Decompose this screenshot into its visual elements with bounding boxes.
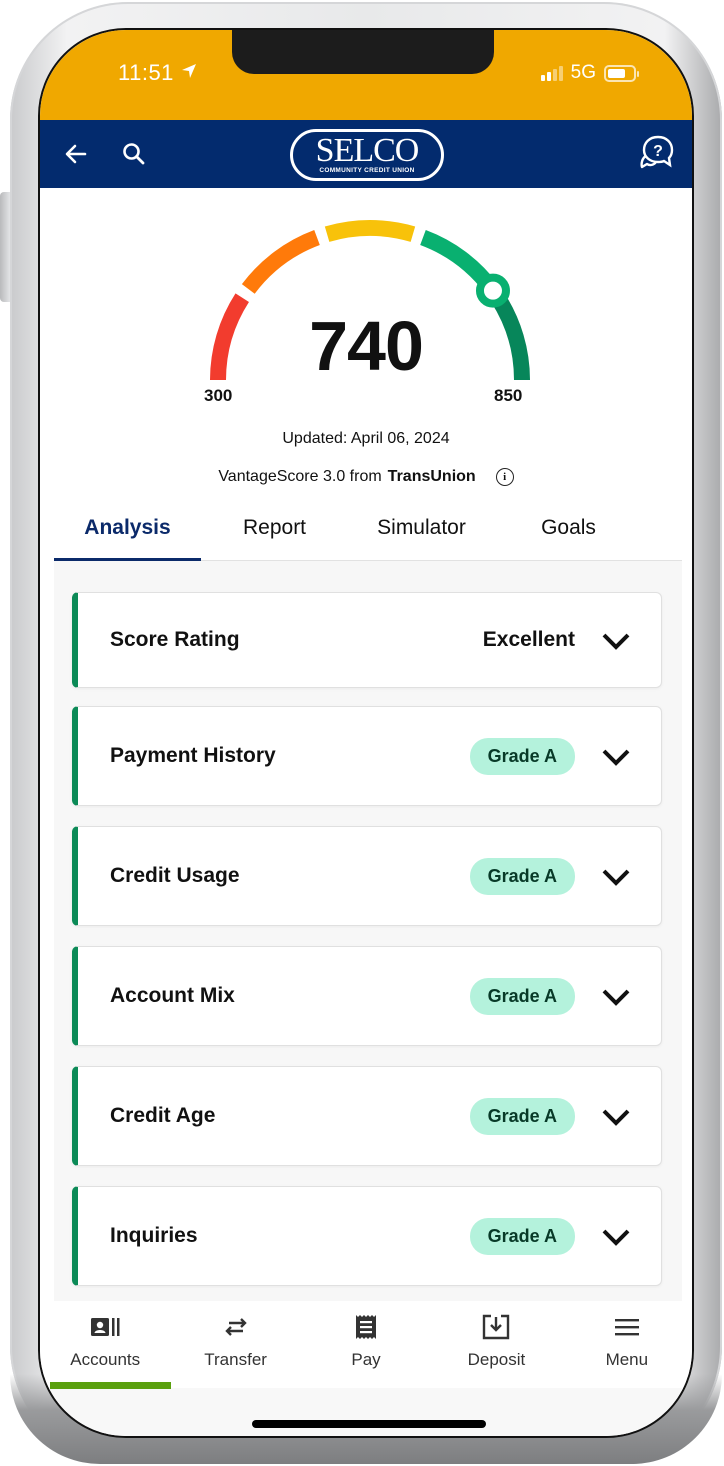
score-rating-value: Excellent <box>482 628 575 651</box>
nav-menu[interactable]: Menu <box>562 1302 692 1390</box>
hamburger-menu-icon <box>612 1312 642 1342</box>
notch <box>232 30 494 74</box>
score-source: VantageScore 3.0 from TransUnion i <box>40 468 692 486</box>
chevron-down-icon[interactable] <box>601 1227 631 1247</box>
svg-text:?: ? <box>653 143 663 160</box>
arrow-left-icon <box>65 144 87 164</box>
phone-side-button <box>0 192 10 302</box>
gauge-score-marker <box>475 273 510 308</box>
gauge-segment-good <box>324 220 416 242</box>
card-account-mix[interactable]: Account Mix Grade A <box>72 946 662 1046</box>
updated-date: Updated: April 06, 2024 <box>282 430 450 447</box>
logo-sub-text: COMMUNITY CREDIT UNION <box>319 167 415 174</box>
tab-analysis[interactable]: Analysis <box>54 506 201 561</box>
tab-bar: Analysis Report Simulator Goals <box>54 506 682 561</box>
transfer-arrows-icon <box>221 1312 251 1342</box>
bottom-nav: Accounts Transfer Pay Deposit Menu <box>40 1302 692 1390</box>
phone-screen: 11:51 5G SELCO COMMUNITY CREDIT UNION ? … <box>38 28 694 1438</box>
nav-label: Accounts <box>70 1350 141 1369</box>
card-score-rating[interactable]: Score Rating Excellent <box>72 592 662 688</box>
card-payment-history[interactable]: Payment History Grade A <box>72 706 662 806</box>
signal-icon <box>540 65 563 81</box>
nav-label: Deposit <box>467 1350 526 1369</box>
card-credit-usage[interactable]: Credit Usage Grade A <box>72 826 662 926</box>
tab-report[interactable]: Report <box>201 506 348 560</box>
home-indicator[interactable] <box>252 1420 486 1428</box>
search-button[interactable] <box>118 138 150 170</box>
chevron-down-icon[interactable] <box>601 987 631 1007</box>
deposit-download-icon <box>481 1312 511 1342</box>
status-bar: 11:51 5G <box>40 30 692 120</box>
card-title: Credit Age <box>110 1104 216 1127</box>
battery-icon <box>604 64 639 82</box>
card-title: Score Rating <box>110 628 240 651</box>
nav-active-indicator <box>50 1382 171 1389</box>
nav-pay[interactable]: Pay <box>301 1302 431 1390</box>
status-indicators: 5G <box>540 62 639 84</box>
help-chat-button[interactable]: ? <box>638 134 676 172</box>
card-inquiries[interactable]: Inquiries Grade A <box>72 1186 662 1286</box>
status-time-group: 11:51 <box>118 60 198 86</box>
status-time: 11:51 <box>118 60 174 85</box>
location-arrow-icon <box>180 60 198 86</box>
source-prefix: VantageScore 3.0 from <box>218 468 382 485</box>
selco-logo[interactable]: SELCO COMMUNITY CREDIT UNION <box>290 129 444 181</box>
receipt-icon <box>351 1312 381 1342</box>
credit-score-gauge: 740 300 850 <box>40 200 692 460</box>
grade-badge: Grade A <box>469 977 575 1015</box>
network-label: 5G <box>570 62 596 83</box>
nav-accounts[interactable]: Accounts <box>40 1302 170 1390</box>
home-area <box>40 1388 692 1436</box>
score-range-min: 300 <box>204 386 233 405</box>
chevron-down-icon[interactable] <box>601 867 631 887</box>
app-header: SELCO COMMUNITY CREDIT UNION ? <box>40 120 692 188</box>
chevron-down-icon[interactable] <box>601 631 631 651</box>
gauge-segment-fair <box>241 230 320 294</box>
logo-main-text: SELCO <box>315 132 420 169</box>
grade-badge: Grade A <box>469 857 575 895</box>
chevron-down-icon[interactable] <box>601 747 631 767</box>
tab-simulator[interactable]: Simulator <box>348 506 495 560</box>
card-title: Inquiries <box>110 1224 198 1247</box>
grade-badge: Grade A <box>469 737 575 775</box>
score-range-max: 850 <box>494 386 523 405</box>
nav-transfer[interactable]: Transfer <box>170 1302 300 1390</box>
chat-question-icon: ? <box>640 135 674 169</box>
grade-badge: Grade A <box>469 1217 575 1255</box>
nav-label: Menu <box>605 1350 649 1369</box>
nav-label: Transfer <box>204 1350 267 1369</box>
credit-score-value: 740 <box>309 307 424 385</box>
nav-deposit[interactable]: Deposit <box>431 1302 561 1390</box>
chevron-down-icon[interactable] <box>601 1107 631 1127</box>
grade-badge: Grade A <box>469 1097 575 1135</box>
accounts-card-icon <box>90 1312 120 1342</box>
card-title: Credit Usage <box>110 864 240 887</box>
nav-label: Pay <box>351 1350 381 1369</box>
back-button[interactable] <box>60 138 92 170</box>
info-icon[interactable]: i <box>495 468 514 486</box>
card-title: Payment History <box>110 744 276 767</box>
card-credit-age[interactable]: Credit Age Grade A <box>72 1066 662 1166</box>
card-title: Account Mix <box>110 984 235 1007</box>
source-bureau: TransUnion <box>387 468 476 485</box>
search-icon <box>123 143 145 165</box>
tab-goals[interactable]: Goals <box>495 506 642 560</box>
